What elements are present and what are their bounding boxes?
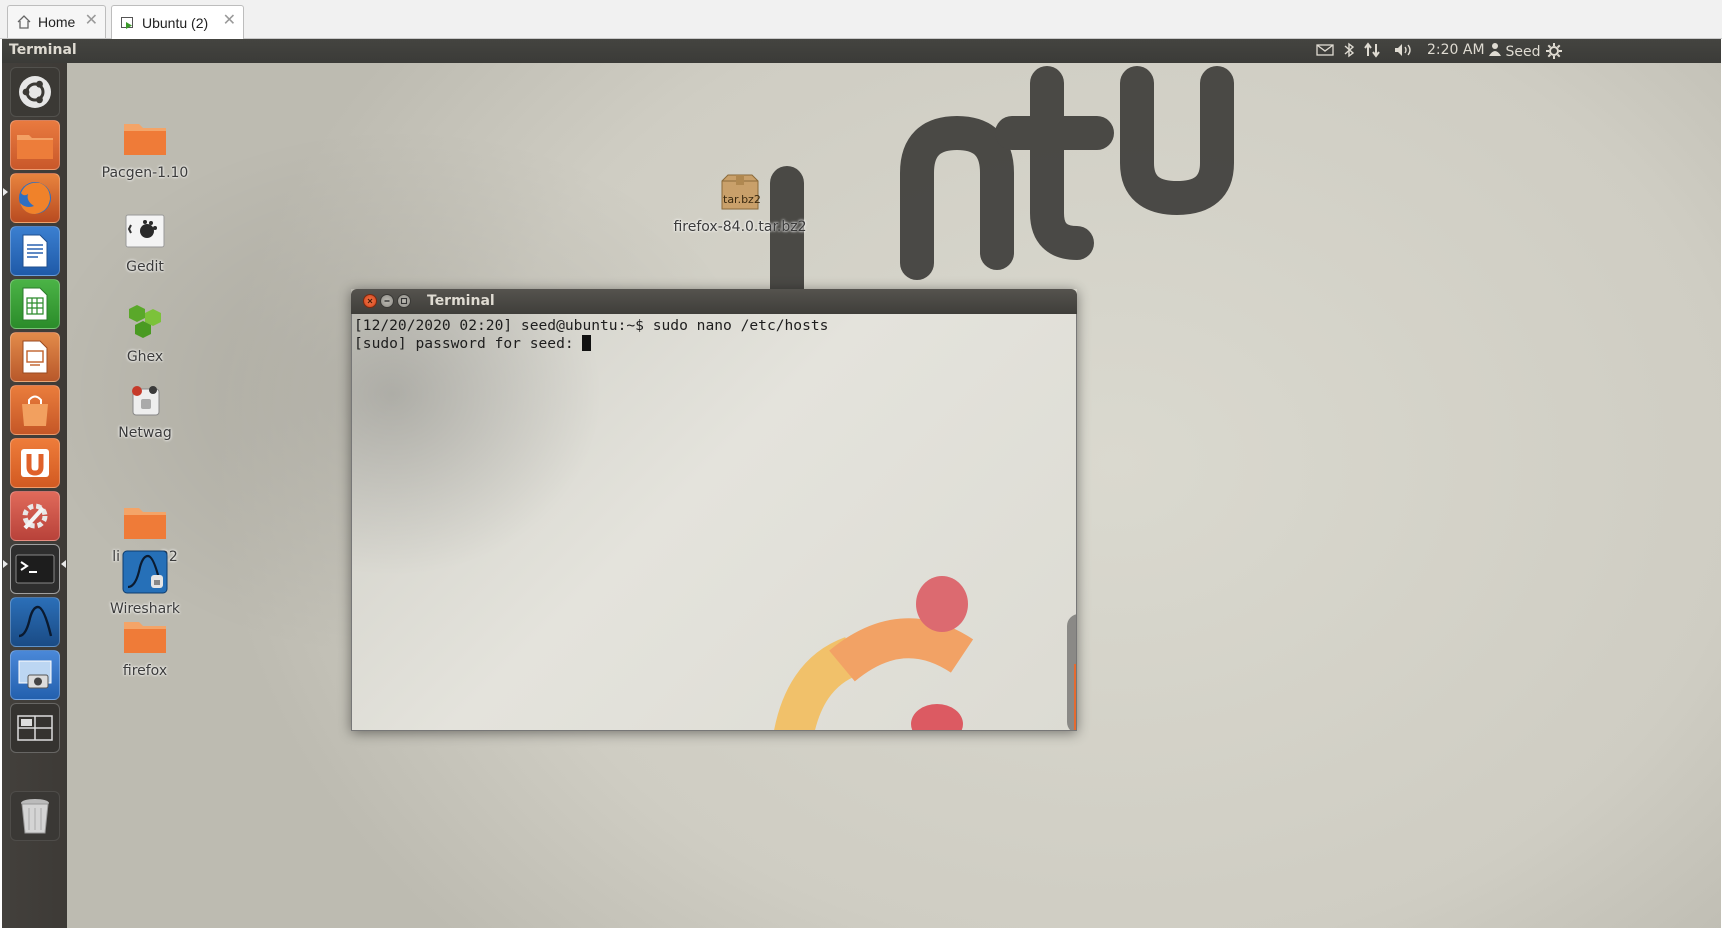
launcher-ubuntu-one[interactable] bbox=[10, 438, 60, 488]
desktop-icon-label: firefox bbox=[122, 663, 168, 679]
network-icon[interactable] bbox=[1363, 42, 1381, 62]
desktop-icon-label: Gedit bbox=[126, 259, 164, 275]
minimize-icon bbox=[384, 300, 390, 302]
terminal-titlebar[interactable]: Terminal bbox=[351, 289, 1077, 314]
desktop-icon-label: Ghex bbox=[126, 349, 164, 365]
ubuntu-one-icon bbox=[19, 447, 51, 479]
presentation-icon bbox=[20, 339, 50, 375]
archive-icon: tar.bz2 bbox=[718, 173, 762, 215]
spreadsheet-icon bbox=[20, 286, 50, 322]
terminal-title: Terminal bbox=[427, 293, 495, 309]
tab-ubuntu[interactable]: Ubuntu (2) ✕ bbox=[111, 5, 244, 39]
launcher-terminal[interactable] bbox=[10, 544, 60, 594]
launcher-calc[interactable] bbox=[10, 279, 60, 329]
terminal-line: [sudo] password for seed: bbox=[354, 335, 592, 352]
desktop-icon-firefox-folder[interactable]: firefox bbox=[90, 617, 200, 679]
terminal-window[interactable]: Terminal [12/20/2020 02:20] seed@ubuntu:… bbox=[351, 289, 1077, 731]
clock[interactable]: 2:20 AM bbox=[1427, 42, 1485, 58]
running-indicator bbox=[3, 188, 8, 196]
wireshark-icon bbox=[16, 604, 54, 640]
vm-screen[interactable]: Terminal 2:20 AM Seed Pacgen-1.10 Gedit … bbox=[2, 39, 1721, 928]
desktop-icon-label: Netwag bbox=[118, 425, 172, 441]
user-menu[interactable]: Seed bbox=[1489, 42, 1540, 60]
top-panel: Terminal 2:20 AM Seed bbox=[2, 39, 1721, 63]
maximize-icon bbox=[400, 297, 408, 305]
launcher-files[interactable] bbox=[10, 120, 60, 170]
launcher-impress[interactable] bbox=[10, 332, 60, 382]
terminal-icon bbox=[15, 553, 55, 585]
wireshark-icon bbox=[121, 550, 169, 599]
text-cursor bbox=[582, 335, 592, 351]
desktop-icon-wireshark[interactable]: Wireshark bbox=[90, 549, 200, 617]
desktop-icon-pacgen[interactable]: Pacgen-1.10 bbox=[90, 119, 200, 181]
desktop-icon-label: firefox-84.0.tar.bz2 bbox=[673, 219, 807, 235]
user-icon bbox=[1489, 43, 1505, 60]
minimize-button[interactable] bbox=[380, 294, 394, 308]
terminal-body[interactable]: [12/20/2020 02:20] seed@ubuntu:~$ sudo n… bbox=[351, 314, 1077, 731]
tab-home[interactable]: Home ✕ bbox=[7, 5, 106, 38]
terminal-line: [12/20/2020 02:20] seed@ubuntu:~$ sudo n… bbox=[354, 317, 829, 334]
launcher-workspace-switcher[interactable] bbox=[10, 703, 60, 753]
ghex-icon bbox=[123, 305, 167, 345]
trash-icon bbox=[18, 796, 52, 836]
running-indicator bbox=[3, 560, 8, 568]
vm-icon bbox=[120, 15, 136, 31]
gedit-icon bbox=[123, 214, 167, 255]
desktop[interactable]: Pacgen-1.10 Gedit Ghex Netwag li 22 Wire… bbox=[67, 63, 1721, 928]
launcher-firefox[interactable] bbox=[10, 173, 60, 223]
screenshot-icon bbox=[16, 658, 54, 692]
launcher-dash[interactable] bbox=[10, 67, 60, 117]
launcher bbox=[2, 63, 68, 928]
launcher-software-center[interactable] bbox=[10, 385, 60, 435]
folder-icon bbox=[15, 129, 55, 161]
shopping-bag-icon bbox=[18, 392, 52, 428]
gear-icon[interactable] bbox=[1545, 42, 1563, 64]
user-name: Seed bbox=[1505, 44, 1541, 60]
launcher-system-settings[interactable] bbox=[10, 491, 60, 541]
panel-app-title: Terminal bbox=[9, 42, 77, 58]
desktop-icon-firefox-archive[interactable]: tar.bz2 firefox-84.0.tar.bz2 bbox=[670, 173, 810, 235]
close-icon bbox=[367, 298, 373, 304]
desktop-icon-netwag[interactable]: Netwag bbox=[90, 383, 200, 441]
tab-home-label: Home bbox=[38, 14, 76, 30]
netwag-icon bbox=[127, 386, 163, 421]
close-button[interactable] bbox=[363, 294, 377, 308]
launcher-writer[interactable] bbox=[10, 226, 60, 276]
tab-ubuntu-label: Ubuntu (2) bbox=[142, 14, 209, 31]
desktop-icon-label: Wireshark bbox=[109, 601, 181, 617]
mail-icon[interactable] bbox=[1316, 42, 1334, 62]
host-tab-bar: Home ✕ Ubuntu (2) ✕ bbox=[0, 0, 1722, 39]
desktop-icon-ghex[interactable]: Ghex bbox=[90, 301, 200, 365]
tab-ubuntu-close-icon[interactable]: ✕ bbox=[223, 13, 236, 29]
document-icon bbox=[20, 233, 50, 269]
home-icon bbox=[16, 14, 32, 30]
terminal-wallpaper-bleed bbox=[774, 576, 1076, 730]
settings-icon bbox=[17, 498, 53, 534]
launcher-wireshark[interactable] bbox=[10, 597, 60, 647]
ubuntu-dash-icon bbox=[18, 75, 52, 109]
folder-icon bbox=[121, 124, 169, 161]
workspaces-icon bbox=[17, 715, 53, 741]
folder-icon bbox=[121, 508, 169, 545]
launcher-screenshot[interactable] bbox=[10, 650, 60, 700]
launcher-trash[interactable] bbox=[10, 791, 60, 841]
desktop-icon-gedit[interactable]: Gedit bbox=[90, 211, 200, 275]
sound-icon[interactable] bbox=[1393, 42, 1415, 62]
folder-icon bbox=[121, 622, 169, 659]
bluetooth-icon[interactable] bbox=[1343, 42, 1355, 62]
terminal-prompt-text: [sudo] password for seed: bbox=[354, 335, 583, 352]
tab-home-close-icon[interactable]: ✕ bbox=[85, 13, 98, 29]
maximize-button[interactable] bbox=[397, 294, 411, 308]
focused-indicator bbox=[61, 560, 66, 568]
firefox-icon bbox=[16, 179, 54, 217]
desktop-icon-label: Pacgen-1.10 bbox=[101, 165, 189, 181]
archive-badge: tar.bz2 bbox=[723, 193, 761, 206]
